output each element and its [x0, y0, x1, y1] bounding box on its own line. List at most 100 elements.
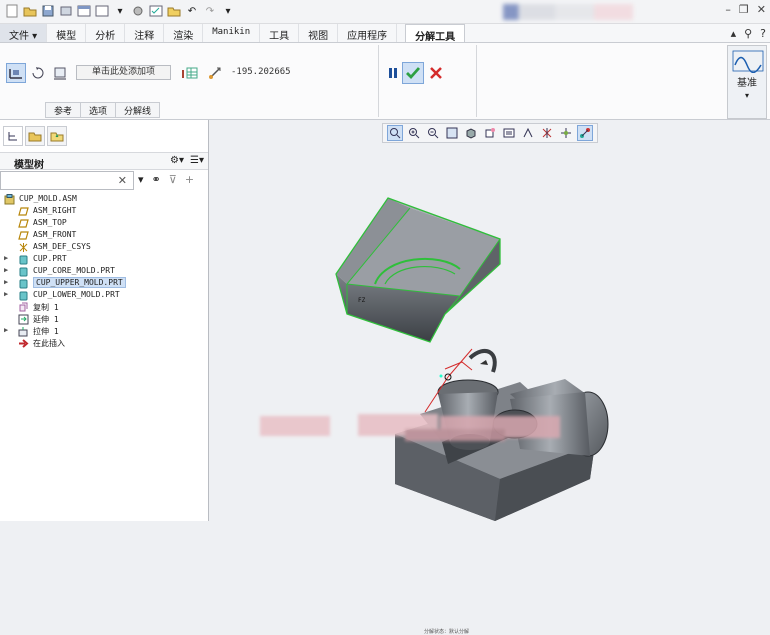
- subtab-explode-lines[interactable]: 分解线: [116, 102, 161, 118]
- tab-applications[interactable]: 应用程序: [338, 24, 398, 42]
- tree-node-label: 延伸 1: [33, 315, 59, 324]
- tree-settings-icon[interactable]: ⚙▾: [170, 155, 184, 166]
- dropdown-icon[interactable]: ▾: [112, 3, 128, 19]
- saved-orientations-icon[interactable]: [482, 125, 498, 141]
- checklist-icon[interactable]: [148, 3, 164, 19]
- folder-browser-tab-icon[interactable]: [25, 126, 45, 146]
- tree-search-input[interactable]: ✕: [0, 171, 134, 190]
- perspective-icon[interactable]: [520, 125, 536, 141]
- show-options-icon[interactable]: ☰▾: [190, 155, 204, 166]
- add-column-icon[interactable]: +: [185, 173, 194, 186]
- ribbon-subtabs: 参考 选项 分解线: [45, 102, 161, 118]
- datum-display-icon[interactable]: [539, 125, 555, 141]
- window-controls: – ❐ ✕: [725, 3, 766, 16]
- tree-node-label: CUP_UPPER_MOLD.PRT: [33, 277, 126, 288]
- close-window-icon[interactable]: [94, 3, 110, 19]
- extend-icon: [18, 314, 29, 325]
- zoom-in-icon[interactable]: [406, 125, 422, 141]
- tab-manikin[interactable]: Manikin: [203, 24, 261, 42]
- tree-node[interactable]: 在此插入: [0, 338, 208, 350]
- filter-icon[interactable]: ⊽: [169, 173, 177, 186]
- cancel-x-icon[interactable]: [426, 63, 446, 83]
- tree-node[interactable]: 复制 1: [0, 302, 208, 314]
- window-icon[interactable]: [76, 3, 92, 19]
- upper-mold-part[interactable]: [335, 197, 501, 343]
- model-tree-header: 模型树 ⚙▾ ☰▾: [0, 152, 208, 171]
- redo-icon[interactable]: ↷: [202, 3, 218, 19]
- tab-render[interactable]: 渲染: [164, 24, 204, 42]
- tree-node[interactable]: ▶ 拉伸 1: [0, 326, 208, 338]
- model-3d-view[interactable]: FZ: [210, 144, 770, 521]
- graphics-window[interactable]: FZ 分解状态：默认分解: [210, 144, 770, 635]
- table-values-icon[interactable]: [180, 63, 200, 83]
- pause-icon[interactable]: [383, 63, 403, 83]
- view-manager-icon[interactable]: [501, 125, 517, 141]
- insert-arrow-icon: [18, 338, 29, 349]
- open-folder-icon[interactable]: [22, 3, 38, 19]
- tree-node[interactable]: CUP_MOLD.ASM: [0, 194, 208, 206]
- expand-arrow-icon[interactable]: ▶: [4, 266, 8, 274]
- refit-icon[interactable]: [387, 125, 404, 141]
- tree-node[interactable]: ▶ CUP.PRT: [0, 254, 208, 266]
- help-icon[interactable]: ?: [760, 27, 766, 40]
- subtab-references[interactable]: 参考: [45, 102, 82, 118]
- settings-icon[interactable]: [130, 3, 146, 19]
- view-plane-icon[interactable]: [50, 63, 70, 83]
- tab-analysis[interactable]: 分析: [86, 24, 126, 42]
- tree-node-label: CUP_LOWER_MOLD.PRT: [33, 290, 120, 299]
- display-style-icon[interactable]: [463, 125, 479, 141]
- tree-node[interactable]: ASM_DEF_CSYS: [0, 242, 208, 254]
- tree-node-label: 在此插入: [33, 339, 65, 348]
- expand-arrow-icon[interactable]: ▶: [4, 326, 8, 334]
- datum-curve-icon: [732, 50, 764, 73]
- restore-icon[interactable]: ❐: [739, 3, 749, 16]
- datum-button[interactable]: 基准 ▾: [727, 45, 767, 119]
- close-icon[interactable]: ✕: [757, 3, 766, 16]
- tab-explode-tool[interactable]: 分解工具: [405, 24, 466, 43]
- tab-tools[interactable]: 工具: [260, 24, 300, 42]
- tree-node[interactable]: 延伸 1: [0, 314, 208, 326]
- search-icon[interactable]: ⚲: [744, 27, 752, 40]
- repaint-icon[interactable]: [444, 125, 460, 141]
- favorites-tab-icon[interactable]: [47, 126, 67, 146]
- tree-node[interactable]: ASM_RIGHT: [0, 206, 208, 218]
- move-value: -195.202665: [231, 67, 291, 77]
- new-file-icon[interactable]: [4, 3, 20, 19]
- model-tree-tab-icon[interactable]: [3, 126, 23, 146]
- tree-node[interactable]: ▶ CUP_UPPER_MOLD.PRT: [0, 277, 208, 290]
- search-dropdown-icon[interactable]: ▾: [138, 173, 144, 186]
- left-panel: 模型树 ⚙▾ ☰▾ ✕ ▾ ⚭ ⊽ + CUP_MOLD.ASM ASM_RIGH…: [0, 120, 209, 521]
- tab-file[interactable]: 文件 ▾: [0, 24, 48, 42]
- move-arrow-icon[interactable]: [206, 63, 226, 83]
- expand-arrow-icon[interactable]: ▶: [4, 278, 8, 286]
- rotate-icon[interactable]: [28, 63, 48, 83]
- save-icon[interactable]: [40, 3, 56, 19]
- find-binoculars-icon[interactable]: ⚭: [152, 173, 161, 186]
- tab-view[interactable]: 视图: [299, 24, 339, 42]
- tree-node[interactable]: ASM_TOP: [0, 218, 208, 230]
- clear-search-icon[interactable]: ✕: [118, 174, 127, 187]
- datum-plane-icon: [18, 230, 29, 241]
- folder-icon[interactable]: [166, 3, 182, 19]
- tab-annotate[interactable]: 注释: [125, 24, 165, 42]
- datum-dropdown-icon: ▾: [744, 91, 749, 100]
- customize-icon[interactable]: ▾: [220, 3, 236, 19]
- annotation-display-icon[interactable]: [576, 125, 594, 141]
- tab-model[interactable]: 模型: [47, 24, 87, 42]
- expand-arrow-icon[interactable]: ▶: [4, 290, 8, 298]
- expand-arrow-icon[interactable]: ▶: [4, 254, 8, 262]
- csys-icon: [18, 242, 29, 253]
- undo-icon[interactable]: ↶: [184, 3, 200, 19]
- datum-plane-icon: [18, 218, 29, 229]
- add-item-field[interactable]: 单击此处添加项: [76, 65, 171, 80]
- translate-icon[interactable]: [6, 63, 26, 83]
- accept-check-icon[interactable]: [402, 62, 424, 84]
- minimize-icon[interactable]: –: [725, 3, 731, 16]
- regenerate-icon[interactable]: [58, 3, 74, 19]
- spin-center-icon[interactable]: [558, 125, 574, 141]
- zoom-out-icon[interactable]: [425, 125, 441, 141]
- collapse-ribbon-icon[interactable]: ▴: [731, 27, 737, 40]
- subtab-options[interactable]: 选项: [81, 102, 117, 118]
- tree-node[interactable]: ASM_FRONT: [0, 230, 208, 242]
- tree-node[interactable]: ▶ CUP_LOWER_MOLD.PRT: [0, 290, 208, 302]
